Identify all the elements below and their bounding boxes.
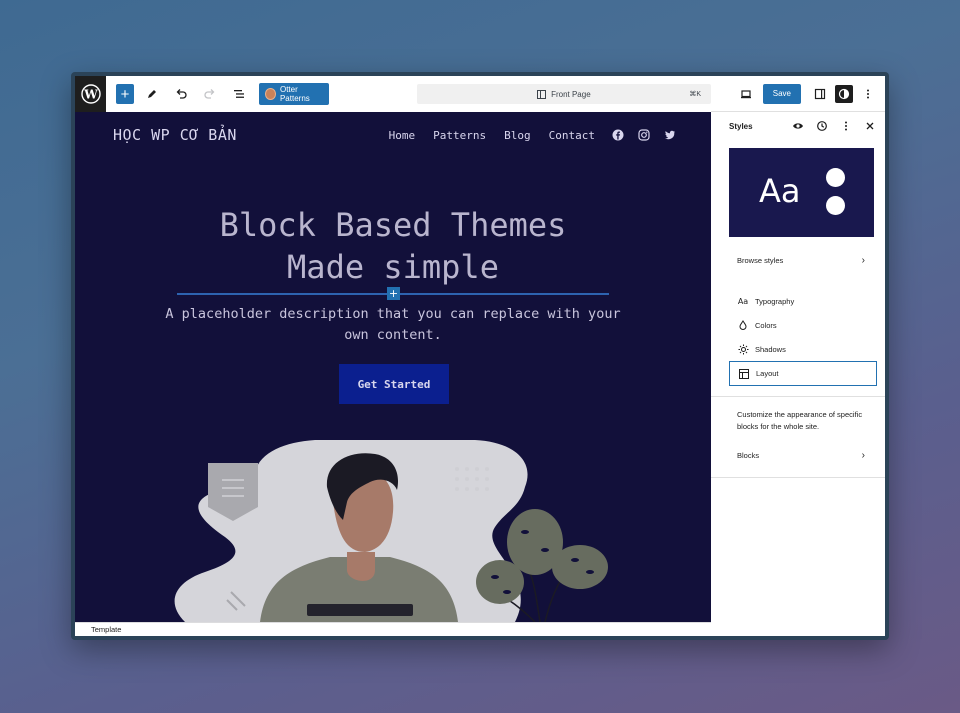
undo-icon[interactable] xyxy=(171,82,192,106)
status-bar: Template xyxy=(75,622,711,636)
twitter-icon[interactable] xyxy=(663,128,677,142)
divider xyxy=(711,477,885,478)
nav-link-patterns[interactable]: Patterns xyxy=(433,129,486,142)
editor-window: W + Otter Patterns Front Page ⌘K HỌC WP … xyxy=(71,72,889,640)
sidebar-item-colors[interactable]: Colors xyxy=(711,313,885,337)
save-button[interactable]: Save xyxy=(762,83,801,104)
facebook-icon[interactable] xyxy=(611,128,625,142)
more-options-icon[interactable] xyxy=(837,117,855,135)
eye-icon[interactable] xyxy=(789,117,807,135)
style-preview[interactable]: Aa xyxy=(729,148,874,237)
breadcrumb-template[interactable]: Template xyxy=(91,625,121,634)
command-palette[interactable]: Front Page ⌘K xyxy=(416,84,712,104)
nav-link-contact[interactable]: Contact xyxy=(549,129,595,142)
chevron-right-icon: › xyxy=(861,254,865,266)
hero-illustration xyxy=(174,440,608,622)
typography-icon: Aa xyxy=(737,296,749,306)
add-block-icon[interactable]: + xyxy=(116,84,134,104)
history-icon[interactable] xyxy=(813,117,831,135)
blocks-description: Customize the appearance of specific blo… xyxy=(737,410,863,431)
styles-sidebar: Save Styles Aa Browse styles › Aa Typogr… xyxy=(711,76,885,636)
editor-toolbar: W + Otter Patterns Front Page ⌘K xyxy=(75,76,712,112)
editor-canvas[interactable]: HỌC WP CƠ BẢN Home Patterns Blog Contact… xyxy=(75,112,711,622)
page-title: Front Page xyxy=(551,89,591,99)
desktop-preview-icon[interactable] xyxy=(737,85,755,103)
settings-panel-icon[interactable] xyxy=(811,85,829,103)
redo-icon[interactable] xyxy=(200,82,221,106)
sidebar-item-label: Typography xyxy=(755,296,795,306)
pencil-icon[interactable] xyxy=(142,82,163,106)
instagram-icon[interactable] xyxy=(637,128,651,142)
svg-text:W: W xyxy=(83,88,98,102)
hero-title-line-1: Block Based Themes xyxy=(219,206,567,244)
sidebar-top-bar: Save xyxy=(711,76,885,112)
get-started-button[interactable]: Get Started xyxy=(339,364,449,404)
shadow-icon xyxy=(737,343,749,355)
nav-link-blog[interactable]: Blog xyxy=(504,129,531,142)
browse-styles-row[interactable]: Browse styles › xyxy=(711,249,885,271)
sidebar-item-label: Colors xyxy=(755,320,777,330)
blocks-row[interactable]: Blocks › xyxy=(711,443,885,467)
styles-panel-header: Styles xyxy=(711,112,885,140)
preview-color-dot xyxy=(826,196,845,215)
sidebar-item-layout[interactable]: Layout xyxy=(729,361,877,386)
close-icon[interactable] xyxy=(861,117,879,135)
sidebar-item-label: Layout xyxy=(756,369,779,378)
layout-icon xyxy=(738,368,750,380)
chevron-right-icon: › xyxy=(861,449,865,461)
block-inserter-icon[interactable]: + xyxy=(387,287,400,300)
droplet-icon xyxy=(737,319,749,331)
styles-panel-title: Styles xyxy=(729,121,753,131)
wordpress-logo-icon[interactable]: W xyxy=(75,76,107,112)
style-preview-text: Aa xyxy=(759,172,801,210)
sidebar-item-label: Shadows xyxy=(755,344,786,354)
styles-icon[interactable] xyxy=(835,84,853,103)
page-icon xyxy=(537,89,547,99)
options-menu-icon[interactable] xyxy=(859,85,877,103)
otter-patterns-button[interactable]: Otter Patterns xyxy=(259,83,329,105)
list-view-icon[interactable] xyxy=(228,82,249,106)
sidebar-item-shadows[interactable]: Shadows xyxy=(711,337,885,361)
browse-styles-label: Browse styles xyxy=(737,255,784,265)
otter-icon xyxy=(265,88,276,100)
hero-title-line-2: Made simple xyxy=(287,248,499,286)
otter-patterns-label: Otter Patterns xyxy=(279,85,310,103)
hero-title[interactable]: Block Based Themes Made simple xyxy=(75,204,711,288)
nav-link-home[interactable]: Home xyxy=(389,129,416,142)
preview-color-dot xyxy=(826,168,845,187)
site-title[interactable]: HỌC WP CƠ BẢN xyxy=(113,126,237,144)
hero-description[interactable]: A placeholder description that you can r… xyxy=(165,304,621,346)
site-navigation: Home Patterns Blog Contact xyxy=(371,128,677,142)
shortcut-hint: ⌘K xyxy=(689,91,702,98)
sidebar-item-typography[interactable]: Aa Typography xyxy=(711,289,885,313)
blocks-label: Blocks xyxy=(737,450,760,460)
